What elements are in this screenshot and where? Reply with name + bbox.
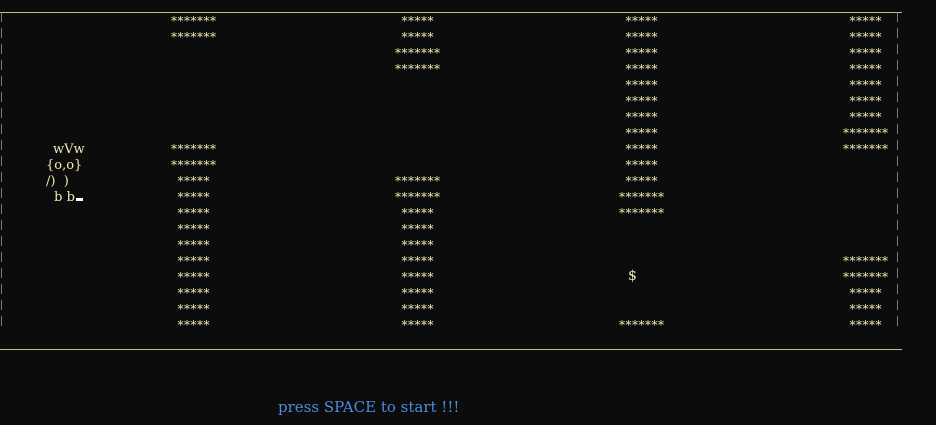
wall-segment: ***** xyxy=(849,110,882,124)
wall-segment: ***** xyxy=(625,46,658,60)
wall-segment: ***** xyxy=(625,174,658,188)
wall-segment: ******* xyxy=(843,142,889,156)
wall-segment: ***** xyxy=(625,14,658,28)
wall-segment: ***** xyxy=(401,270,434,284)
wall-segment: ***** xyxy=(625,62,658,76)
playfield-right-edge xyxy=(897,12,898,332)
wall-segment: ***** xyxy=(177,270,210,284)
wall-segment: ******* xyxy=(619,190,665,204)
wall-segment: ***** xyxy=(849,94,882,108)
wall-segment: ***** xyxy=(177,302,210,316)
wall-segment: ***** xyxy=(177,238,210,252)
wall-segment: ***** xyxy=(401,30,434,44)
wall-segment: ***** xyxy=(401,286,434,300)
game-screen[interactable]: ******* ******* ******* ******* ***** ***** **… xyxy=(0,0,936,425)
wall-segment: ***** xyxy=(849,318,882,332)
wall-segment: ***** xyxy=(625,142,658,156)
wall-segment: ***** xyxy=(625,126,658,140)
wall-segment: ***** xyxy=(849,14,882,28)
player-body: /) ) xyxy=(46,174,69,189)
wall-segment: ***** xyxy=(401,14,434,28)
wall-segment: ******* xyxy=(171,158,217,172)
wall-segment: ***** xyxy=(401,302,434,316)
playfield-top-border xyxy=(0,12,902,13)
wall-segment: ******* xyxy=(843,254,889,268)
wall-segment: ***** xyxy=(849,286,882,300)
wall-segment: ***** xyxy=(849,302,882,316)
wall-segment: ******* xyxy=(395,62,441,76)
text-cursor xyxy=(75,198,83,201)
wall-segment: ***** xyxy=(177,318,210,332)
wall-segment: ***** xyxy=(401,238,434,252)
wall-segment: ***** xyxy=(401,318,434,332)
playfield-bottom-border xyxy=(0,349,902,350)
wall-segment: ******* xyxy=(395,174,441,188)
wall-segment: ******* xyxy=(619,206,665,220)
wall-segment: ***** xyxy=(625,94,658,108)
player-feet: b b xyxy=(50,190,75,205)
wall-segment: ******* xyxy=(395,190,441,204)
coin-pickup: $ xyxy=(628,268,637,284)
wall-segment: ***** xyxy=(625,78,658,92)
wall-segment: ***** xyxy=(177,222,210,236)
wall-segment: ***** xyxy=(177,286,210,300)
wall-segment: ******* xyxy=(171,14,217,28)
wall-segment: ***** xyxy=(849,46,882,60)
player-creature: wVw {o,o} /) ) b b xyxy=(42,142,102,206)
wall-segment: ******* xyxy=(619,318,665,332)
wall-segment: ***** xyxy=(849,30,882,44)
wall-segment: ***** xyxy=(177,190,210,204)
player-feet-line: b b xyxy=(42,190,102,206)
start-prompt: press SPACE to start !!! xyxy=(278,398,460,416)
wall-segment: ******* xyxy=(843,126,889,140)
wall-segment: ***** xyxy=(177,254,210,268)
wall-segment: ******* xyxy=(171,30,217,44)
wall-segment: ***** xyxy=(849,78,882,92)
wall-segment: ***** xyxy=(625,30,658,44)
wall-segment: ******* xyxy=(171,142,217,156)
wall-segment: ******* xyxy=(843,270,889,284)
wall-segment: ***** xyxy=(625,158,658,172)
player-head: wVw xyxy=(53,142,85,157)
wall-segment: ***** xyxy=(401,254,434,268)
player-face: {o,o} xyxy=(46,158,83,173)
wall-segment: ***** xyxy=(625,110,658,124)
wall-segment: ***** xyxy=(177,174,210,188)
playfield-left-edge xyxy=(1,12,2,332)
wall-segment: ***** xyxy=(177,206,210,220)
wall-segment: ***** xyxy=(401,222,434,236)
wall-segment: ***** xyxy=(849,62,882,76)
wall-segment: ***** xyxy=(401,206,434,220)
wall-segment: ******* xyxy=(395,46,441,60)
